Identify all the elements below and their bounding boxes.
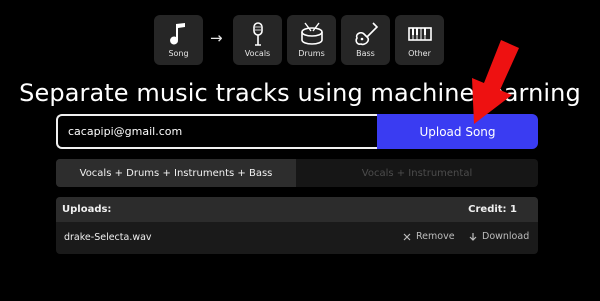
drums-tile: Drums bbox=[287, 15, 336, 65]
other-tile: Other bbox=[395, 15, 444, 65]
credit-count: Credit: 1 bbox=[468, 204, 517, 215]
bass-tile: Bass bbox=[341, 15, 390, 65]
file-name: drake-Selecta.wav bbox=[64, 232, 152, 243]
mode-two-stem-option[interactable]: Vocals + Instrumental bbox=[296, 159, 538, 187]
remove-label: Remove bbox=[416, 231, 455, 242]
bass-label: Bass bbox=[356, 49, 375, 58]
music-note-icon bbox=[169, 23, 185, 45]
separation-mode-toggle: Vocals + Drums + Instruments + Bass Voca… bbox=[56, 159, 538, 187]
list-item: drake-Selecta.wav Remove Download bbox=[56, 222, 538, 254]
mode-four-stem-option[interactable]: Vocals + Drums + Instruments + Bass bbox=[56, 159, 296, 187]
drums-label: Drums bbox=[298, 49, 325, 58]
download-button[interactable]: Download bbox=[468, 231, 529, 242]
drum-icon bbox=[300, 22, 323, 45]
annotation-arrow-icon bbox=[472, 40, 519, 124]
song-tile: Song bbox=[154, 15, 203, 65]
download-label: Download bbox=[482, 231, 530, 242]
remove-button[interactable]: Remove bbox=[402, 231, 455, 242]
vocals-label: Vocals bbox=[244, 49, 271, 58]
microphone-icon bbox=[252, 22, 263, 46]
bass-guitar-icon bbox=[354, 22, 378, 46]
uploads-panel: Uploads: Credit: 1 drake-Selecta.wav Rem… bbox=[56, 197, 538, 254]
close-icon bbox=[403, 233, 411, 240]
uploads-header: Uploads: Credit: 1 bbox=[56, 197, 538, 222]
flow-arrow: → bbox=[210, 29, 223, 47]
song-label: Song bbox=[168, 49, 189, 58]
keyboard-icon bbox=[407, 27, 432, 41]
other-label: Other bbox=[408, 49, 431, 58]
download-arrow-icon bbox=[469, 232, 477, 241]
uploads-title: Uploads: bbox=[62, 204, 112, 215]
vocals-tile: Vocals bbox=[233, 15, 282, 65]
email-input[interactable] bbox=[56, 114, 385, 149]
